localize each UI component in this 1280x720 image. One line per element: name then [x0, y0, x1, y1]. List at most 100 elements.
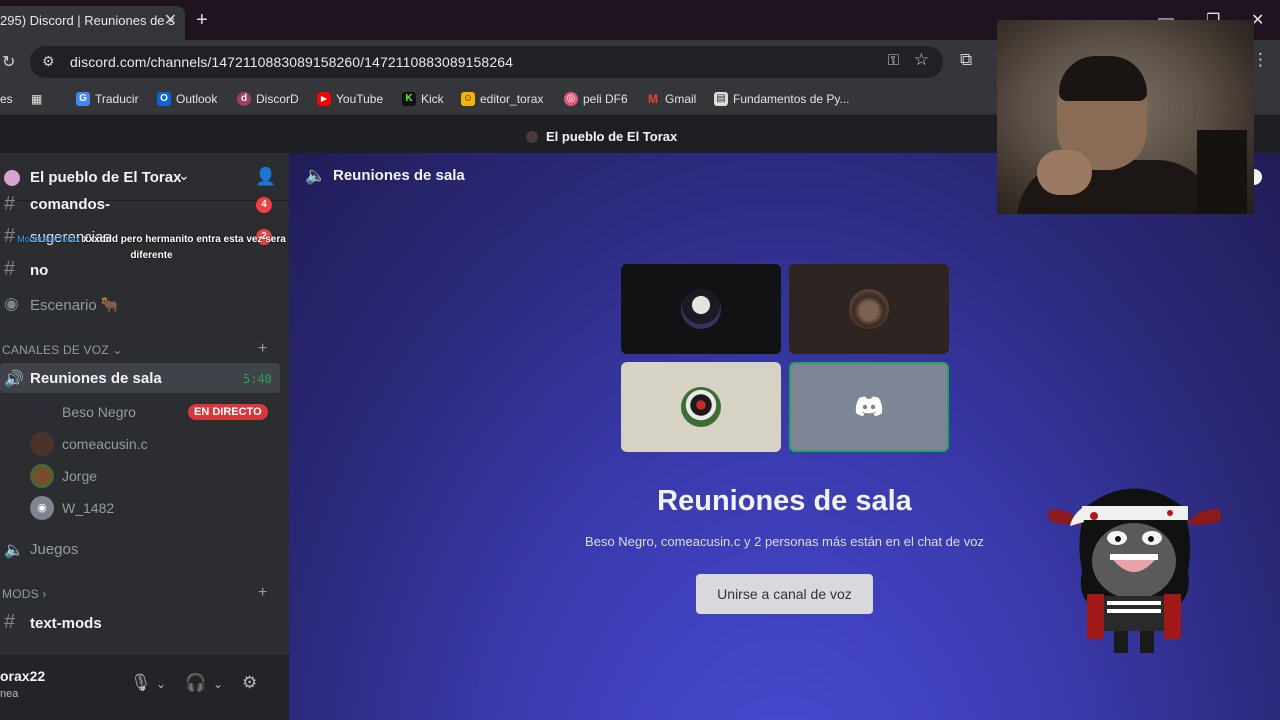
gmail-icon: M [648, 92, 658, 106]
discord-logo-icon: ◉ [30, 496, 54, 520]
voice-user-name: W_1482 [62, 500, 115, 516]
voice-user-name: Beso Negro [62, 404, 136, 420]
tab-title: 295) Discord | Reuniones de s [0, 13, 175, 28]
user-panel: orax22 nea 🎙 ⌄ 🎧 ⌄ ⚙ [0, 655, 289, 720]
youtube-icon: ▶ [317, 92, 331, 106]
new-tab-icon[interactable]: + [196, 9, 208, 32]
voice-channel-reuniones[interactable]: 🔊 Reuniones de sala 5:40 [0, 363, 280, 393]
reload-icon[interactable]: ↻ [2, 52, 15, 72]
avatar [849, 289, 889, 329]
webcam-person-hair [1059, 56, 1147, 101]
horned-character-sticker [1048, 488, 1222, 653]
chevron-down-icon[interactable]: ⌄ [156, 677, 166, 691]
channel-sidebar: El pueblo de El Torax ⌄ 👤 # comandos- 4 … [0, 153, 289, 720]
bookmark-star-icon[interactable]: ☆ [914, 50, 929, 70]
category-mods[interactable]: MODS › [2, 587, 47, 601]
address-bar[interactable]: ⚙ discord.com/channels/14721108830891582… [30, 46, 943, 78]
bookmark-peli[interactable]: ◎ peli DF6 [564, 92, 628, 106]
window-server-title: El pueblo de El Torax [546, 129, 678, 144]
voice-channel-juegos[interactable]: 🔈 Juegos [0, 533, 289, 565]
apps-grid-icon[interactable]: ▦ [31, 92, 42, 106]
avatar [30, 400, 54, 424]
headphones-icon[interactable]: 🎧 [185, 673, 206, 693]
channel-label: Escenario 🐂 [30, 297, 120, 314]
translate-icon: G [76, 92, 90, 106]
server-small-icon [526, 131, 538, 143]
category-voice[interactable]: CANALES DE VOZ ⌄ [2, 343, 123, 357]
discord-server-icon: d [237, 92, 251, 106]
participant-tile[interactable] [621, 264, 781, 354]
editor-icon: ☺ [461, 92, 475, 106]
bookmark-fundamentos[interactable]: ▤ Fundamentos de Py... [714, 92, 850, 106]
avatar [681, 387, 721, 427]
hashtag-icon: # [4, 611, 16, 633]
channel-label: Juegos [30, 541, 79, 558]
webcam-background-object [1197, 130, 1247, 214]
site-info-icon[interactable]: ⚙ [42, 53, 55, 70]
bookmark-kick[interactable]: K Kick [402, 92, 444, 106]
bookmark-traducir[interactable]: G Traducir [76, 92, 139, 106]
webcam-person-hand [1037, 150, 1092, 195]
settings-gear-icon[interactable]: ⚙ [242, 673, 257, 693]
bookmark-editor-torax[interactable]: ☺ editor_torax [461, 92, 543, 106]
channel-no[interactable]: # no [0, 254, 289, 286]
live-badge: EN DIRECTO [188, 404, 268, 420]
document-icon: ▤ [714, 92, 728, 106]
hashtag-icon: # [4, 193, 16, 215]
microphone-icon[interactable]: 🎙 [130, 673, 152, 693]
channel-text-mods[interactable]: # text-mods [0, 607, 289, 639]
bookmark-discord[interactable]: d DiscorD [237, 92, 299, 106]
participant-tile-speaking[interactable] [789, 362, 949, 452]
kick-icon: K [402, 92, 416, 106]
participant-tile[interactable] [789, 264, 949, 354]
speaker-icon: 🔈 [4, 542, 24, 559]
join-voice-button[interactable]: Unirse a canal de voz [696, 574, 873, 614]
invite-user-icon[interactable]: 👤 [255, 167, 276, 187]
bookmark-gmail[interactable]: M Gmail [646, 92, 696, 106]
chevron-down-icon: ⌄ [178, 167, 190, 183]
chevron-down-icon[interactable]: ⌄ [213, 677, 223, 691]
voice-user-name: Jorge [62, 468, 98, 484]
bookmark-youtube[interactable]: ▶ YouTube [317, 92, 383, 106]
speaker-icon: 🔈 [305, 166, 327, 185]
voice-channel-label: Reuniones de sala [30, 370, 162, 387]
channel-label: text-mods [30, 615, 102, 632]
username[interactable]: orax22 [0, 668, 45, 684]
voice-header-title: Reuniones de sala [333, 167, 465, 184]
participant-tile[interactable] [621, 362, 781, 452]
channel-label: comandos- [30, 196, 111, 213]
speaker-icon: 🔊 [4, 371, 24, 388]
extensions-icon[interactable]: ⧉ [960, 50, 972, 70]
outlook-icon: O [157, 92, 171, 106]
discord-logo-icon [855, 396, 883, 416]
stage-icon: ◉ [4, 294, 19, 313]
avatar [681, 289, 721, 329]
mention-badge: 4 [256, 197, 272, 213]
channel-comandos[interactable]: # comandos- 4 [0, 189, 289, 221]
voice-user-name: comeacusin.c [62, 436, 148, 452]
bookmark-prefix[interactable]: es [0, 92, 13, 106]
browser-menu-icon[interactable]: ⋮ [1252, 50, 1269, 70]
hashtag-icon: # [4, 258, 16, 280]
channel-label: no [30, 262, 49, 279]
voice-user[interactable]: Beso Negro EN DIRECTO [30, 398, 280, 426]
channel-escenario[interactable]: ◉ Escenario 🐂 [0, 288, 289, 320]
voice-user[interactable]: comeacusin.c [30, 430, 280, 458]
key-icon[interactable]: ⚿ [888, 52, 899, 69]
voice-user[interactable]: Jorge [30, 462, 280, 490]
url-text[interactable]: discord.com/channels/1472110883089158260… [70, 54, 513, 70]
add-channel-icon[interactable]: + [258, 584, 267, 602]
browser-tab-discord[interactable]: 295) Discord | Reuniones de s ✕ [0, 6, 185, 40]
server-icon [4, 170, 20, 186]
bookmark-outlook[interactable]: O Outlook [157, 92, 217, 106]
overlay-author: ModeratorTorax [17, 234, 81, 244]
user-status: nea [0, 688, 19, 700]
close-tab-icon[interactable]: ✕ [164, 6, 177, 36]
peli-icon: ◎ [564, 92, 578, 106]
add-channel-icon[interactable]: + [258, 340, 267, 358]
voice-user[interactable]: ◉ W_1482 [30, 494, 280, 522]
avatar [30, 464, 54, 488]
avatar [30, 432, 54, 456]
server-name: El pueblo de El Torax [30, 169, 182, 186]
webcam-overlay [997, 20, 1254, 214]
